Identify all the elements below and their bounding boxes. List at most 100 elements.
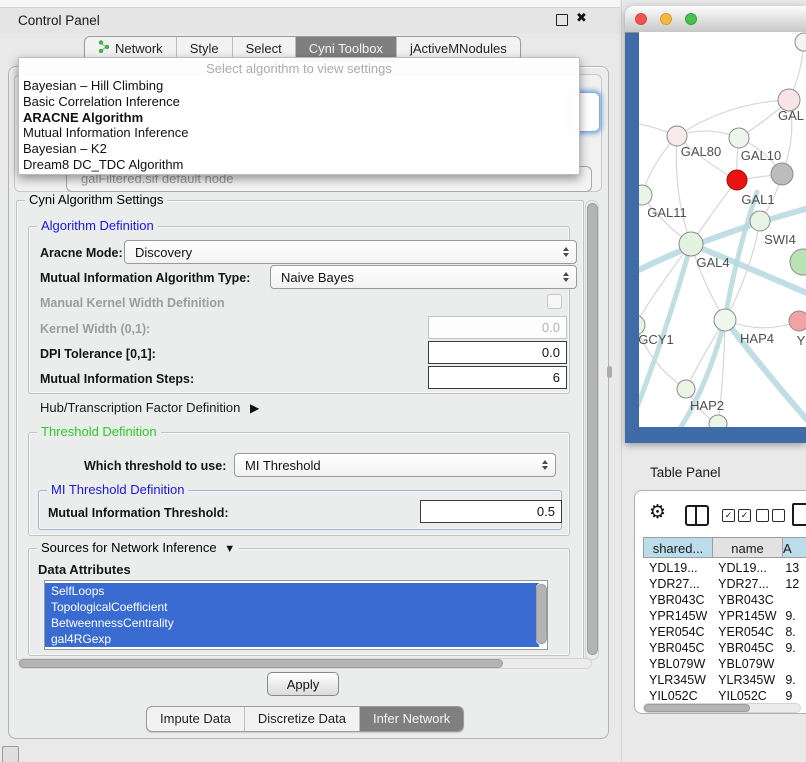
splitter-grip[interactable] [607,366,612,378]
attribute-list-item[interactable]: TopologicalCoefficient [45,599,539,615]
column-header-1[interactable]: name [713,537,783,558]
table-body: YDL19...YDL19...13YDR27...YDR27...12YBR0… [643,560,806,700]
minimized-panel-handle[interactable] [2,746,19,762]
table-cell: YPR145W [643,608,712,624]
data-attributes-list[interactable]: SelfLoopsTopologicalCoefficientBetweenne… [44,580,548,650]
mi-steps-label: Mutual Information Steps: [40,372,194,386]
new-column-icon[interactable] [792,503,806,526]
dropdown-item[interactable]: Mutual Information Inference [19,125,579,141]
attribute-list-item[interactable]: gal4RGexp [45,631,539,647]
network-node-label[interactable]: SWI4 [764,232,796,247]
network-node-hap2[interactable] [677,380,695,398]
network-window-titlebar[interactable] [625,6,806,33]
network-node-label[interactable]: GAL11 [647,205,687,220]
column-header-0[interactable]: shared... [643,537,713,558]
tab-discretize-data[interactable]: Discretize Data [244,707,359,731]
table-panel-title: Table Panel [650,465,721,480]
mi-threshold-field[interactable]: 0.5 [420,500,562,523]
table-row[interactable]: YDR27...YDR27...12 [643,576,806,592]
table-row[interactable]: YDL19...YDL19...13 [643,560,806,576]
application-window: Control Panel ✖ NetworkStyleSelectCyni T… [0,0,806,762]
network-node-gal11[interactable] [639,185,652,205]
table-gear-icon[interactable]: ⚙ [649,501,666,524]
deselect-all-icon[interactable] [756,509,785,522]
network-node-label[interactable]: HAP4 [740,331,774,346]
table-cell: YDL19... [712,560,781,576]
dropdown-item[interactable]: Bayesian – Hill Climbing [19,78,579,94]
table-cell: YBL079W [643,656,712,672]
table-row[interactable]: YPR145WYPR145W9. [643,608,806,624]
dropdown-item[interactable]: Dream8 DC_TDC Algorithm [19,157,579,173]
network-node[interactable] [709,415,727,427]
network-canvas[interactable]: GAL GAL80 GAL10 GAL1 GAL11 SWI4 GAL4 GCY1 HAP4 Y H… [639,32,806,427]
window-zoom-button[interactable] [685,13,697,25]
manual-kernel-checkbox[interactable] [547,294,562,309]
network-node-gal80[interactable] [667,126,687,146]
show-column-panel-icon[interactable] [685,505,709,526]
hub-section-toggle[interactable]: Hub/Transcription Factor Definition ▶ [40,400,259,415]
network-node-hap4[interactable] [714,309,736,331]
table-cell: 9 [781,688,806,700]
combo-spinner-icon [563,272,569,282]
table-cell: YBR043C [712,592,781,608]
network-node-label[interactable]: GAL10 [741,148,781,163]
dropdown-item[interactable]: ARACNE Algorithm [19,110,579,126]
mi-steps-field[interactable]: 6 [428,366,567,389]
table-cell: YIL052C [643,688,712,700]
table-row[interactable]: YLR345WYLR345W9. [643,672,806,688]
dpi-tolerance-field[interactable]: 0.0 [428,341,567,364]
table-row[interactable]: YER054CYER054C8. [643,624,806,640]
network-node-label[interactable]: GAL1 [741,192,774,207]
top-strip [0,0,620,8]
table-cell: 12 [781,576,806,592]
mi-type-combo[interactable]: Naive Bayes [270,265,577,289]
table-cell: YBR045C [643,640,712,656]
select-all-icon[interactable]: ✓✓ [722,509,751,522]
pane-divider [621,0,622,762]
dropdown-item[interactable]: Basic Correlation Inference [19,94,579,110]
network-node-label[interactable]: GAL4 [696,255,729,270]
tab-infer-network[interactable]: Infer Network [359,707,463,731]
network-node-label[interactable]: GCY1 [639,332,674,347]
network-node-gal1[interactable] [727,170,747,190]
aracne-mode-combo[interactable]: Discovery [124,240,577,264]
network-node-y[interactable] [789,311,806,331]
table-hscrollbar[interactable] [643,703,801,713]
network-node[interactable] [790,249,806,275]
table-cell: YER054C [712,624,781,640]
sources-group-title[interactable]: Sources for Network Inference ▼ [37,540,239,555]
table-row[interactable]: YBL079WYBL079W [643,656,806,672]
network-node-label[interactable]: Y [797,333,806,348]
table-panel: ⚙ ✓✓ shared...nameA YDL19...YDL19...13YD… [634,490,806,714]
dropdown-items: Bayesian – Hill ClimbingBasic Correlatio… [19,78,579,173]
which-threshold-combo[interactable]: MI Threshold [234,453,556,477]
tab-impute-data[interactable]: Impute Data [147,707,244,731]
network-node[interactable] [771,163,793,185]
window-minimize-button[interactable] [660,13,672,25]
table-cell [781,592,806,608]
network-node-gal10[interactable] [729,128,749,148]
network-node-gal4[interactable] [679,232,703,256]
settings-hscrollbar[interactable] [18,658,592,669]
close-panel-icon[interactable]: ✖ [576,10,587,26]
apply-button[interactable]: Apply [267,672,339,696]
network-node-label[interactable]: HAP2 [690,398,724,413]
float-panel-icon[interactable] [556,14,568,26]
table-row[interactable]: YBR045CYBR045C9. [643,640,806,656]
table-row[interactable]: YBR043CYBR043C [643,592,806,608]
settings-vscrollbar[interactable] [585,200,599,660]
table-header-row: shared...nameA [643,537,806,558]
attribute-list-item[interactable]: SelfLoops [45,583,539,599]
kernel-width-field[interactable]: 0.0 [428,316,567,339]
network-node-label[interactable]: GAL80 [681,144,721,159]
window-close-button[interactable] [635,13,647,25]
network-node-label[interactable]: GAL [778,108,804,123]
column-header-2[interactable]: A [783,537,806,558]
attributes-vscrollbar[interactable] [536,583,546,645]
network-graph[interactable]: GAL GAL80 GAL10 GAL1 GAL11 SWI4 GAL4 GCY1 HAP4 Y H… [639,32,806,427]
network-node[interactable] [795,33,806,51]
attribute-list-item[interactable]: BetweennessCentrality [45,615,539,631]
dropdown-item[interactable]: Bayesian – K2 [19,141,579,157]
table-row[interactable]: YIL052CYIL052C9 [643,688,806,700]
network-node-swi4[interactable] [750,211,770,231]
